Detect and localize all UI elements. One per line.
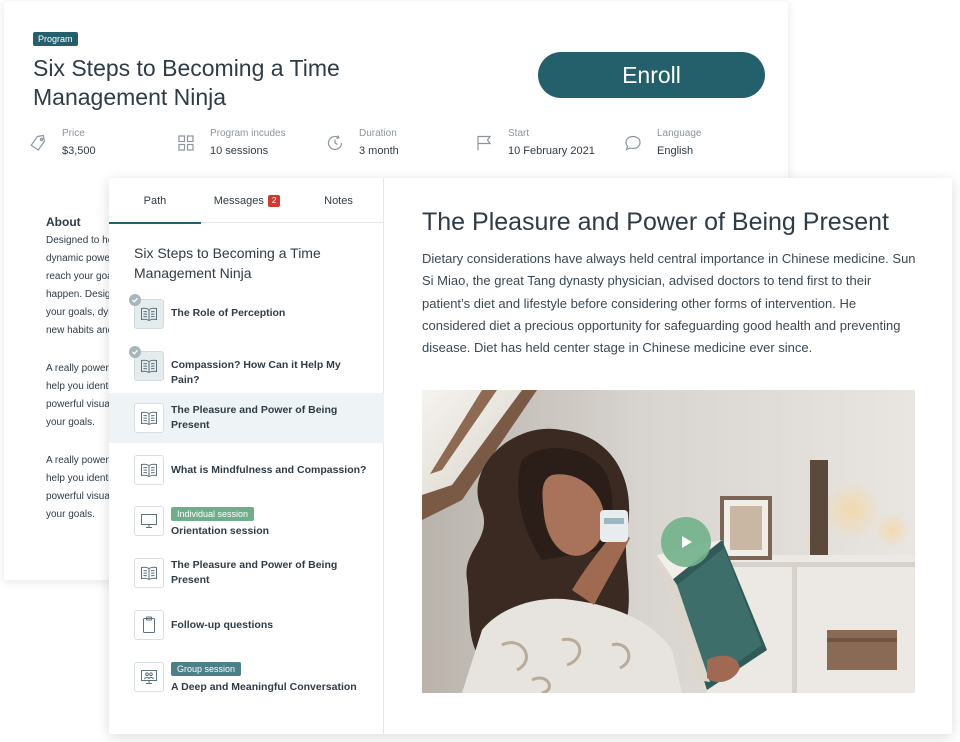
tab-messages[interactable]: Messages 2 [201,178,293,223]
path-item[interactable]: The Role of Perception [109,292,384,336]
book-icon [134,558,164,588]
path-item[interactable]: What is Mindfulness and Compassion? [109,454,384,498]
path-item[interactable]: Compassion? How Can it Help My Pain? [109,344,384,388]
book-icon [129,346,164,381]
book-icon [134,403,164,433]
lesson-title: The Pleasure and Power of Being Present [422,208,889,236]
path-item[interactable]: Group session A Deep and Meaningful Conv… [109,660,384,706]
play-button[interactable] [661,517,711,567]
path-item[interactable]: The Pleasure and Power of Being Present [109,556,384,602]
path-item[interactable]: Individual session Orientation session [109,504,384,550]
about-line: your goals, dyn [46,307,114,318]
about-paragraph: A really powerf help you identi powerful… [46,452,116,524]
messages-count-badge: 2 [267,195,281,207]
play-icon [682,536,692,548]
about-paragraph: A really powerf help you identi powerful… [46,360,116,432]
meta-label: Program incudes [210,128,286,139]
about-line: dynamic powe [46,253,110,264]
meta-value: 3 month [359,145,399,157]
grid-icon [178,135,194,151]
completed-check-icon [129,294,141,306]
clock-icon [327,135,343,151]
meta-label: Language [657,128,702,139]
meta-label: Duration [359,128,397,139]
video-player[interactable] [422,390,915,693]
path-item-label: Compassion? How Can it Help My Pain? [171,359,341,386]
path-title: Six Steps to Becoming a Time Management … [134,245,321,281]
about-line: A really powerf [46,455,112,466]
path-item-label: Orientation session [171,525,270,537]
path-item-active[interactable]: The Pleasure and Power of Being Present [109,393,384,443]
tab-label: Notes [324,195,353,207]
lesson-body: Dietary considerations have always held … [422,251,916,356]
program-badge: Program [33,32,78,46]
about-paragraph: Designed to he dynamic powe reach your g… [46,232,116,340]
book-icon [134,455,164,485]
individual-session-tag: Individual session [171,507,255,521]
price-tag-icon [30,134,45,151]
about-line: your goals. [46,417,95,428]
book-icon [129,294,164,329]
path-item-label: A Deep and Meaningful Conversation [171,681,357,693]
about-line: your goals. [46,509,95,520]
completed-check-icon [129,346,141,358]
about-line: happen. Design [46,289,116,300]
about-line: powerful visua [46,399,110,410]
about-line: A really powerf [46,363,112,374]
path-item-label: Follow-up questions [171,619,274,631]
meta-value: $3,500 [62,145,96,157]
path-item-label: The Pleasure and Power of Being Present [171,559,338,586]
lesson-card: Path Messages 2 Notes Six Steps to Becomi… [109,178,952,734]
tab-label: Path [143,195,167,207]
enroll-button[interactable]: Enroll [538,52,765,98]
meta-value: English [657,145,694,157]
about-line: help you identi [46,381,111,392]
clipboard-icon [134,610,164,640]
about-line: new habits and [46,325,114,336]
path-sidebar: Path Messages 2 Notes Six Steps to Becomi… [109,178,384,734]
meta-label: Start [508,128,530,139]
meta-value: 10 February 2021 [508,145,595,157]
path-item-label: The Role of Perception [171,307,286,319]
path-item-label: What is Mindfulness and Compassion? [171,464,367,476]
flag-icon [477,135,492,151]
about-heading: About [46,215,81,229]
meta-label: Price [62,128,85,139]
about-line: Designed to he [46,235,114,246]
group-session-tag: Group session [171,662,242,676]
group-screen-icon [134,662,164,692]
monitor-icon [134,506,164,536]
tab-path[interactable]: Path [109,178,201,224]
path-item-label: The Pleasure and Power of Being Present [171,404,338,431]
program-title: Six Steps to Becoming a Time Management … [33,55,340,110]
about-line: reach your goa [46,271,113,282]
path-item[interactable]: Follow-up questions [109,610,384,650]
chat-bubble-icon [625,135,641,151]
about-line: help you identi [46,473,111,484]
tab-notes[interactable]: Notes [293,178,384,223]
tab-label: Messages [213,195,264,207]
sidebar-tabs: Path Messages 2 Notes [109,178,384,224]
about-line: powerful visua [46,491,110,502]
meta-value: 10 sessions [210,145,269,157]
